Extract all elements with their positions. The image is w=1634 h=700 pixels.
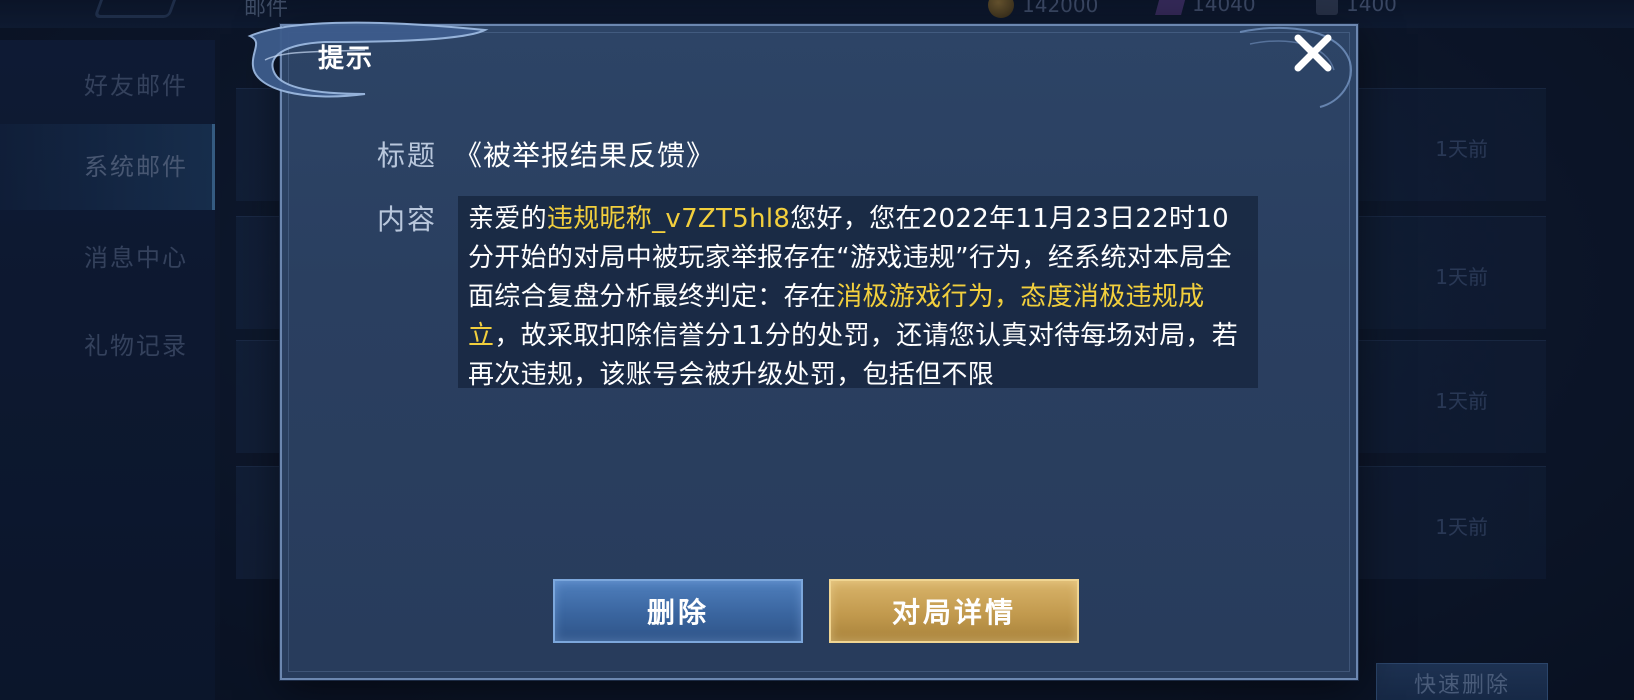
- mail-title: 《被举报结果反馈》: [454, 139, 716, 172]
- content-segment: 亲爱的: [468, 204, 547, 234]
- mail-content-box[interactable]: 亲爱的违规昵称_v7ZT5hl8您好，您在2022年11月23日22时10分开始…: [458, 196, 1258, 388]
- title-label: 标题: [377, 139, 438, 172]
- mail-content-text: 亲爱的违规昵称_v7ZT5hl8您好，您在2022年11月23日22时10分开始…: [458, 196, 1258, 388]
- content-label: 内容: [377, 203, 438, 236]
- violation-nickname: 违规昵称_v7ZT5hl8: [546, 204, 791, 234]
- match-detail-button[interactable]: 对局详情: [829, 579, 1079, 643]
- dialog-title: 提示: [318, 44, 375, 74]
- close-icon[interactable]: [1290, 30, 1336, 76]
- delete-button[interactable]: 删除: [553, 579, 803, 643]
- content-segment: ，故采取扣除信誉分11分的处罚，还请您认真对待每场对局，若再次违规，该账号会被升…: [468, 321, 1239, 388]
